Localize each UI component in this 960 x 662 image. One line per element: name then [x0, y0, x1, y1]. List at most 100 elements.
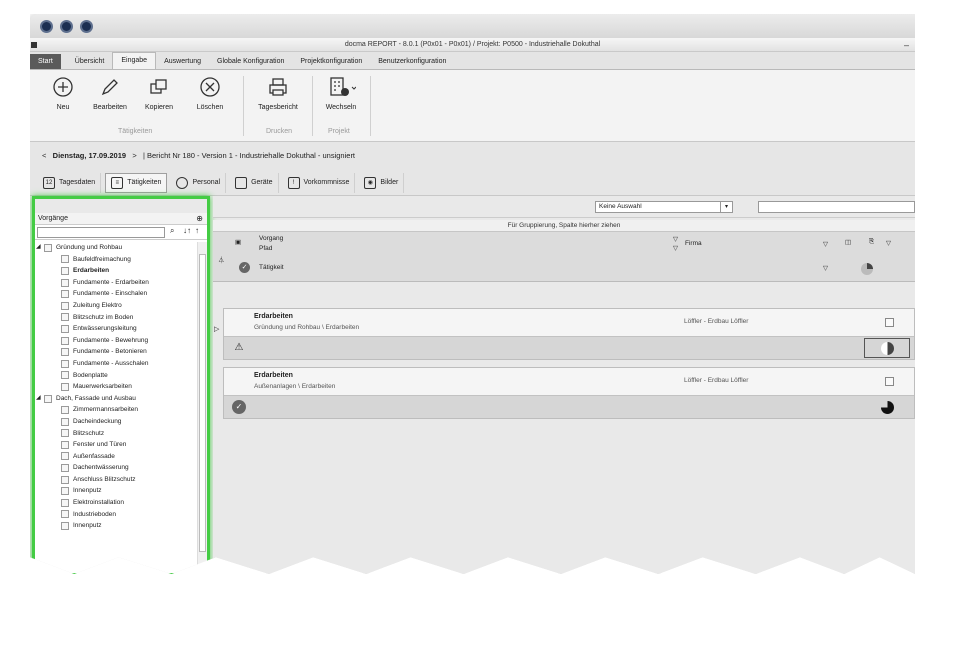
- expand-toggle-icon[interactable]: ◢: [36, 242, 44, 254]
- row-expand-icon[interactable]: ▷: [214, 325, 219, 333]
- tree-item[interactable]: Elektroinstallation: [35, 497, 201, 509]
- tree-item[interactable]: Mauerwerksarbeiten: [35, 381, 201, 393]
- tree-search-input[interactable]: [37, 227, 165, 238]
- tree-item-checkbox[interactable]: [61, 301, 69, 310]
- tree-item-checkbox[interactable]: [61, 498, 69, 507]
- tree-item-checkbox[interactable]: [44, 394, 52, 403]
- tree-item[interactable]: Innenputz: [35, 485, 201, 497]
- sort-asc-icon[interactable]: ↓↑: [183, 226, 191, 235]
- tab-start[interactable]: Start: [30, 54, 61, 69]
- activity-row[interactable]: Erdarbeiten Außenanlagen \ Erdarbeiten Löf…: [223, 367, 915, 419]
- next-day-button[interactable]: >: [132, 151, 136, 160]
- tree-item-checkbox[interactable]: [61, 371, 69, 380]
- scrollbar-thumb[interactable]: [199, 254, 206, 552]
- tree-item-checkbox[interactable]: [61, 348, 69, 357]
- tree-item[interactable]: Entwässerungsleitung: [35, 323, 201, 335]
- tab-projektkonfiguration[interactable]: Projektkonfiguration: [292, 54, 370, 69]
- subtab-taetigkeiten[interactable]: ≡ Tätigkeiten: [105, 172, 168, 193]
- tab-globale-konfiguration[interactable]: Globale Konfiguration: [209, 54, 292, 69]
- tagesbericht-button[interactable]: Tagesbericht: [248, 76, 308, 111]
- tree-item-checkbox[interactable]: [61, 417, 69, 426]
- grid-search-input[interactable]: [758, 201, 915, 213]
- tree-item-checkbox[interactable]: [61, 406, 69, 415]
- tree-item-checkbox[interactable]: [61, 522, 69, 531]
- tree-scrollbar[interactable]: [197, 242, 207, 572]
- doc-icon[interactable]: ⎘: [869, 238, 874, 246]
- tree-item-checkbox[interactable]: [61, 429, 69, 438]
- tree-item-checkbox[interactable]: [61, 290, 69, 299]
- tree-item[interactable]: ◢ Dach, Fassade und Ausbau: [35, 393, 201, 405]
- tree-item-checkbox[interactable]: [61, 487, 69, 496]
- subtab-tagesdaten[interactable]: 12 Tagesdaten: [38, 172, 102, 193]
- col-pfad[interactable]: Pfad: [259, 245, 272, 252]
- tab-benutzerkonfiguration[interactable]: Benutzerkonfiguration: [370, 54, 454, 69]
- tab-uebersicht[interactable]: Übersicht: [67, 54, 113, 69]
- neu-button[interactable]: Neu: [38, 76, 88, 111]
- chevron-down-icon[interactable]: ▾: [720, 202, 732, 212]
- tree-item-checkbox[interactable]: [61, 324, 69, 333]
- minimize-icon[interactable]: –: [904, 38, 909, 52]
- note-icon[interactable]: ◫: [845, 238, 851, 246]
- expand-toggle-icon[interactable]: ◢: [36, 393, 44, 405]
- tree-item[interactable]: Blitzschutz im Boden: [35, 312, 201, 324]
- activity-row-header[interactable]: Erdarbeiten Gründung und Rohbau \ Erdarbe…: [224, 309, 914, 337]
- tree-item-checkbox[interactable]: [61, 510, 69, 519]
- tree-item-checkbox[interactable]: [44, 243, 52, 252]
- tree-item-checkbox[interactable]: [61, 278, 69, 287]
- selection-dropdown[interactable]: Keine Auswahl ▾: [595, 201, 733, 213]
- tree-item[interactable]: Baufeldfreimachung: [35, 254, 201, 266]
- kopieren-button[interactable]: Kopieren: [134, 76, 184, 111]
- tree-item-checkbox[interactable]: [61, 255, 69, 264]
- tree-item-checkbox[interactable]: [61, 382, 69, 391]
- col-taetigkeit[interactable]: Tätigkeit: [259, 264, 284, 271]
- tree-item-checkbox[interactable]: [61, 464, 69, 473]
- tree-item[interactable]: Fundamente - Bewehrung: [35, 335, 201, 347]
- activity-checkbox[interactable]: [885, 318, 894, 327]
- tree-item-checkbox[interactable]: [61, 359, 69, 368]
- tab-auswertung[interactable]: Auswertung: [156, 54, 209, 69]
- activity-checkbox[interactable]: [885, 377, 894, 386]
- filter-funnel-icon[interactable]: ⏃: [218, 254, 225, 264]
- tree-item[interactable]: Blitzschutz: [35, 428, 201, 440]
- tree-item[interactable]: Zuleitung Elektro: [35, 300, 201, 312]
- tree-item[interactable]: Industrieboden: [35, 509, 201, 521]
- tree-item[interactable]: Innenputz: [35, 520, 201, 532]
- tree-item[interactable]: Erdarbeiten: [35, 265, 201, 277]
- tree-item[interactable]: ◢ Gründung und Rohbau: [35, 242, 201, 254]
- tree-item-checkbox[interactable]: [61, 266, 69, 275]
- activity-row-header[interactable]: Erdarbeiten Außenanlagen \ Erdarbeiten Löf…: [224, 368, 914, 396]
- subtab-bilder[interactable]: ◉ Bilder: [359, 172, 405, 193]
- sort-desc-icon[interactable]: ↑: [195, 226, 199, 235]
- tree-item-checkbox[interactable]: [61, 313, 69, 322]
- sort-vorgang-icon[interactable]: ▽: [673, 235, 678, 243]
- tree-item-checkbox[interactable]: [61, 452, 69, 461]
- search-icon[interactable]: ⌕: [170, 226, 174, 236]
- tree-item[interactable]: Fundamente - Einschalen: [35, 288, 201, 300]
- subtab-personal[interactable]: Personal: [171, 172, 227, 193]
- sort-extra-icon[interactable]: ▽: [886, 239, 891, 247]
- loeschen-button[interactable]: Löschen: [185, 76, 235, 111]
- tree-item[interactable]: Zimmermannsarbeiten: [35, 404, 201, 416]
- tree-item[interactable]: Fundamente - Betonieren: [35, 346, 201, 358]
- pin-icon[interactable]: ⊕: [196, 213, 203, 225]
- prev-day-button[interactable]: <: [42, 151, 46, 160]
- minimize-window-button[interactable]: [60, 20, 73, 33]
- tab-eingabe[interactable]: Eingabe: [112, 52, 157, 69]
- tree-item-checkbox[interactable]: [61, 475, 69, 484]
- tree-item[interactable]: Bodenplatte: [35, 370, 201, 382]
- wechseln-button[interactable]: Wechseln: [316, 76, 366, 111]
- tree-item[interactable]: Dachentwässerung: [35, 462, 201, 474]
- bearbeiten-button[interactable]: Bearbeiten: [85, 76, 135, 111]
- sort-taetigkeit-icon[interactable]: ▽: [823, 264, 828, 272]
- zoom-window-button[interactable]: [80, 20, 93, 33]
- activity-row[interactable]: ▷ Erdarbeiten Gründung und Rohbau \ Erdarb…: [214, 308, 915, 360]
- tree-item-checkbox[interactable]: [61, 440, 69, 449]
- sort-pfad-icon[interactable]: ▽: [673, 244, 678, 252]
- col-vorgang[interactable]: Vorgang: [259, 235, 283, 242]
- tree-item[interactable]: Fenster und Türen: [35, 439, 201, 451]
- col-firma[interactable]: Firma: [685, 240, 702, 247]
- tree-item[interactable]: Außenfassade: [35, 451, 201, 463]
- close-window-button[interactable]: [40, 20, 53, 33]
- tree-item[interactable]: Dacheindeckung: [35, 416, 201, 428]
- subtab-geraete[interactable]: Geräte: [230, 172, 279, 193]
